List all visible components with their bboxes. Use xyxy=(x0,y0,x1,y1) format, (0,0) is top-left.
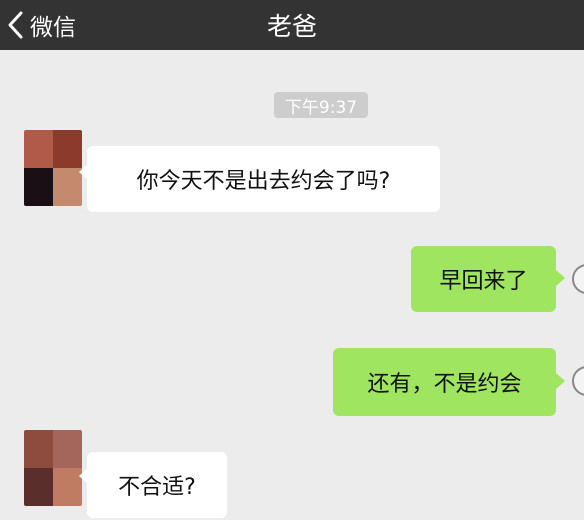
message-bubble-received[interactable]: 不合适? xyxy=(87,452,227,518)
avatar[interactable] xyxy=(24,130,82,206)
back-label: 微信 xyxy=(30,15,76,41)
message-bubble-sent[interactable]: 早回来了 xyxy=(411,246,556,312)
avatar-pixel xyxy=(24,130,53,168)
message-text: 你今天不是出去约会了吗? xyxy=(136,169,391,194)
message-bubble-sent[interactable]: 还有，不是约会 xyxy=(333,348,556,416)
bubble-tail xyxy=(556,270,565,286)
top-bar: 微信 老爸 xyxy=(0,0,584,50)
avatar-pixel xyxy=(24,168,53,206)
message-bubble-received[interactable]: 你今天不是出去约会了吗? xyxy=(87,146,440,212)
back-button[interactable]: 微信 xyxy=(6,0,76,50)
chat-title: 老爸 xyxy=(266,12,317,41)
message-text: 早回来了 xyxy=(439,269,528,294)
avatar-pixel xyxy=(53,430,82,468)
my-avatar[interactable] xyxy=(572,264,584,294)
message-text: 不合适? xyxy=(118,475,196,500)
message-list[interactable]: 下午9:37 你今天不是出去约会了吗? 早回来了 还有，不是约会 不合适? xyxy=(0,50,584,520)
my-avatar[interactable] xyxy=(572,366,584,396)
avatar[interactable] xyxy=(24,430,82,506)
timestamp: 下午9:37 xyxy=(274,92,368,118)
chevron-left-icon xyxy=(6,10,24,40)
message-text: 还有，不是约会 xyxy=(367,372,522,397)
avatar-pixel xyxy=(53,468,82,506)
bubble-tail xyxy=(556,373,565,389)
avatar-pixel xyxy=(53,168,82,206)
avatar-pixel xyxy=(53,130,82,168)
avatar-pixel xyxy=(24,430,53,468)
avatar-pixel xyxy=(24,468,53,506)
